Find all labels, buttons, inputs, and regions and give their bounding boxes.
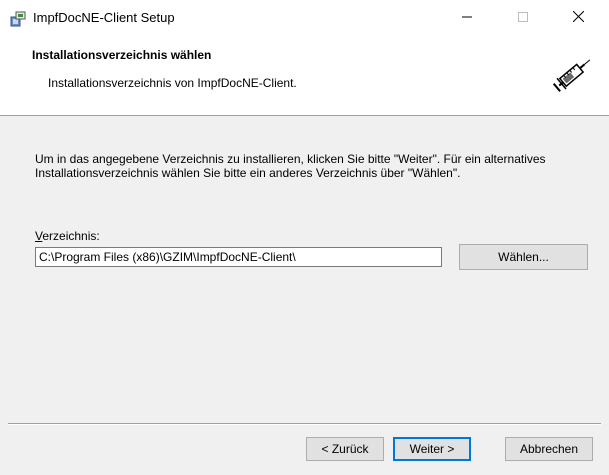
browse-button[interactable]: Wählen...	[459, 244, 588, 270]
back-button[interactable]: < Zurück	[306, 437, 384, 461]
next-button[interactable]: Weiter >	[393, 437, 471, 461]
directory-input[interactable]	[35, 247, 442, 267]
cancel-button[interactable]: Abbrechen	[505, 437, 593, 461]
installer-icon	[10, 11, 26, 27]
maximize-button[interactable]	[500, 0, 545, 36]
wizard-header: Installationsverzeichnis wählen Installa…	[0, 36, 609, 116]
window-title: ImpfDocNE-Client Setup	[33, 10, 175, 25]
title-bar[interactable]: ImpfDocNE-Client Setup	[0, 0, 609, 36]
page-title: Installationsverzeichnis wählen	[32, 48, 212, 62]
main-content: Um in das angegebene Verzeichnis zu inst…	[0, 116, 609, 426]
maximize-icon	[517, 11, 528, 25]
directory-label-text: erzeichnis:	[42, 229, 100, 243]
syringe-icon	[551, 52, 595, 96]
close-button[interactable]	[556, 0, 601, 36]
instruction-text: Um in das angegebene Verzeichnis zu inst…	[35, 152, 546, 180]
close-icon	[572, 10, 585, 25]
directory-label: Verzeichnis:	[35, 229, 100, 243]
setup-window: ImpfDocNE-Client Setup Installationsverz…	[0, 0, 609, 475]
minimize-button[interactable]	[444, 0, 489, 36]
footer-separator	[8, 423, 601, 425]
page-subtitle: Installationsverzeichnis von ImpfDocNE-C…	[48, 76, 297, 90]
minimize-icon	[461, 11, 472, 25]
